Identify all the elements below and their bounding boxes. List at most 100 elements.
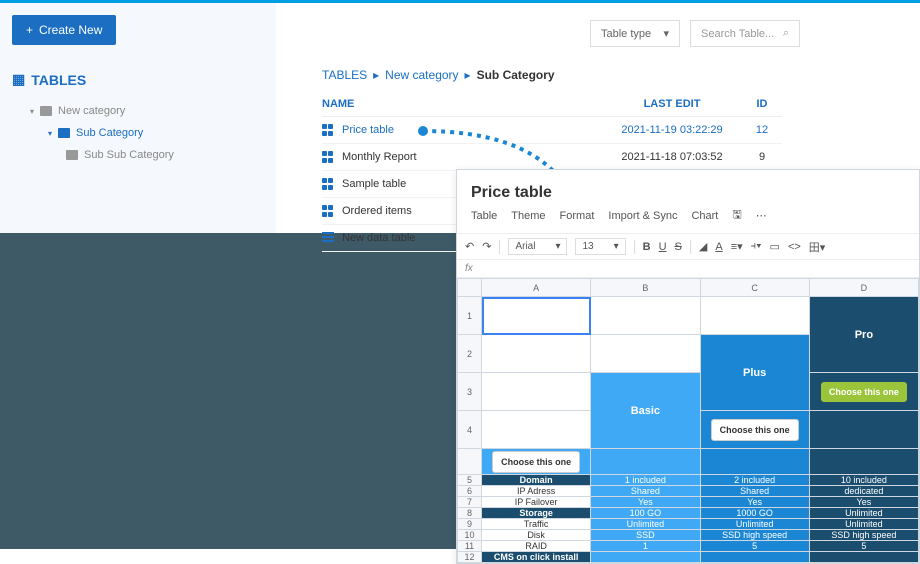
tables-header-label: TABLES: [31, 72, 86, 88]
search-input[interactable]: Search Table... ⌕: [690, 20, 800, 47]
create-new-button[interactable]: + Create New: [12, 15, 116, 45]
row-name: Price table: [342, 124, 394, 136]
tables-header: ▦ TABLES: [12, 71, 264, 88]
row-name: Monthly Report: [342, 151, 417, 163]
grid-icon: [322, 124, 334, 136]
more-icon[interactable]: ⋯: [756, 209, 767, 222]
row-name: Sample table: [342, 178, 406, 190]
col-name[interactable]: NAME: [322, 98, 602, 110]
col-header[interactable]: D: [809, 279, 918, 297]
plan-pro: Pro: [855, 329, 873, 341]
text-color-icon[interactable]: A: [715, 241, 722, 253]
row-edit: 2021-11-18 07:03:52: [602, 151, 742, 163]
plan-basic: Basic: [631, 405, 660, 417]
grid-icon: [322, 205, 334, 217]
formula-bar[interactable]: fx: [457, 260, 919, 278]
row-name: New data table: [342, 232, 415, 244]
table-type-select[interactable]: Table type ▾: [590, 20, 680, 47]
spreadsheet-panel: Price table Table Theme Format Import & …: [456, 169, 920, 564]
table-row[interactable]: Monthly Report 2021-11-18 07:03:52 9: [322, 144, 782, 171]
select-label: Table type: [601, 28, 651, 40]
sheet-toolbar: ↶ ↷ Arial▾ 13▾ B U S ◢ A ≡▾ ⫞▾ ▭ <> 田▾: [457, 233, 919, 260]
row-edit: 2021-11-19 03:22:29: [602, 124, 742, 136]
breadcrumb-current: Sub Category: [477, 68, 555, 82]
sheet-title-text: Price table: [471, 184, 552, 202]
plus-icon: +: [26, 23, 33, 37]
font-size-select[interactable]: 13▾: [575, 238, 625, 255]
feature-cat[interactable]: Domain: [482, 475, 591, 486]
plan-plus: Plus: [743, 367, 766, 379]
tree-label: Sub Category: [76, 127, 143, 139]
strike-icon[interactable]: S: [675, 241, 682, 253]
chevron-down-icon: ▾: [663, 27, 669, 40]
tree-label: Sub Sub Category: [84, 149, 174, 161]
feature-cat[interactable]: Storage: [482, 508, 591, 519]
tree-label: New category: [58, 105, 125, 117]
sheet-menu: Table Theme Format Import & Sync Chart 🖫…: [457, 206, 919, 233]
menu-import-sync[interactable]: Import & Sync: [608, 210, 677, 222]
breadcrumb: TABLES ▸ New category ▸ Sub Category: [322, 68, 782, 82]
bold-icon[interactable]: B: [643, 241, 651, 253]
folder-icon: [40, 106, 52, 116]
cell-selected[interactable]: [482, 297, 591, 335]
sheet-title: Price table: [457, 170, 919, 206]
valign-icon[interactable]: ⫞▾: [751, 240, 762, 253]
bars-icon: [322, 232, 334, 244]
feature-cat[interactable]: IP Failover: [482, 497, 591, 508]
col-header[interactable]: B: [591, 279, 700, 297]
search-icon: ⌕: [783, 27, 789, 40]
col-header[interactable]: C: [700, 279, 809, 297]
folder-icon: [66, 150, 78, 160]
table-row[interactable]: Price table 2021-11-19 03:22:29 12: [322, 117, 782, 144]
row-id: 12: [742, 124, 782, 136]
feature-cat[interactable]: Traffic: [482, 519, 591, 530]
grid-icon: [322, 151, 334, 163]
feature-cat[interactable]: RAID: [482, 541, 591, 552]
search-placeholder: Search Table...: [701, 28, 774, 40]
col-id[interactable]: ID: [742, 98, 782, 110]
corner-cell[interactable]: [458, 279, 482, 297]
category-tree: ▾ New category ▾ Sub Category Sub Sub Ca…: [12, 100, 264, 166]
borders-icon[interactable]: 田▾: [809, 239, 826, 255]
folder-icon: [58, 128, 70, 138]
col-last-edit[interactable]: LAST EDIT: [602, 98, 742, 110]
menu-chart[interactable]: Chart: [691, 210, 718, 222]
chevron-down-icon: ▾: [48, 129, 52, 138]
grid-icon: [322, 178, 334, 190]
row-name: Ordered items: [342, 205, 412, 217]
feature-cat[interactable]: CMS on click install: [482, 552, 591, 563]
chevron-right-icon: ▸: [465, 68, 471, 82]
font-select[interactable]: Arial▾: [508, 238, 567, 255]
redo-icon[interactable]: ↷: [482, 240, 491, 253]
spreadsheet-grid[interactable]: A B C D 1Pro 2Plus 3BasicChoose this one…: [457, 278, 919, 563]
choose-plus-button[interactable]: Choose this one: [711, 419, 799, 441]
merge-icon[interactable]: ▭: [770, 240, 780, 253]
fill-color-icon[interactable]: ◢: [699, 240, 707, 253]
code-icon[interactable]: <>: [788, 241, 801, 253]
menu-format[interactable]: Format: [560, 210, 595, 222]
breadcrumb-item[interactable]: New category: [385, 68, 458, 82]
background-panel: [0, 233, 456, 549]
fx-icon: fx: [465, 263, 473, 274]
tree-item[interactable]: ▾ New category: [12, 100, 264, 122]
underline-icon[interactable]: U: [659, 241, 667, 253]
feature-cat[interactable]: Disk: [482, 530, 591, 541]
chevron-right-icon: ▸: [373, 68, 379, 82]
breadcrumb-root[interactable]: TABLES: [322, 68, 367, 82]
tables-icon: ▦: [12, 71, 25, 88]
sidebar: + Create New ▦ TABLES ▾ New category ▾ S…: [0, 3, 276, 233]
chevron-down-icon: ▾: [30, 107, 34, 116]
undo-icon[interactable]: ↶: [465, 240, 474, 253]
feature-cat[interactable]: IP Adress: [482, 486, 591, 497]
menu-theme[interactable]: Theme: [511, 210, 545, 222]
col-header[interactable]: A: [482, 279, 591, 297]
choose-basic-button[interactable]: Choose this one: [492, 451, 580, 473]
save-icon[interactable]: 🖫: [732, 206, 741, 225]
menu-table[interactable]: Table: [471, 210, 497, 222]
list-header: NAME LAST EDIT ID: [322, 92, 782, 117]
tree-item-active[interactable]: ▾ Sub Category: [12, 122, 264, 144]
tree-item[interactable]: Sub Sub Category: [12, 144, 264, 166]
align-icon[interactable]: ≡▾: [731, 240, 743, 253]
create-new-label: Create New: [39, 23, 102, 37]
choose-pro-button[interactable]: Choose this one: [821, 382, 907, 402]
